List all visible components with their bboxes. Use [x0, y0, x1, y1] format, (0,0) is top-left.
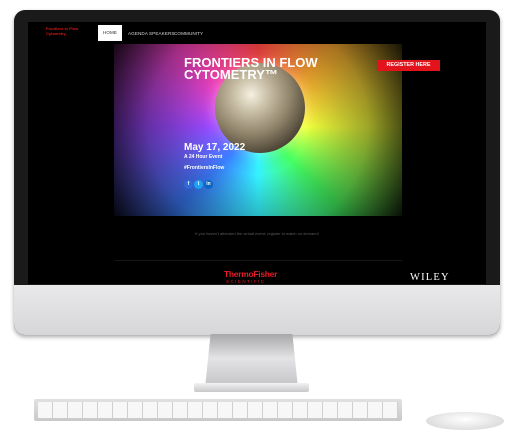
top-nav: Frontiers in Flow Cytometry HOME AGENDA …: [28, 22, 486, 44]
event-hashtag: #FrontiersInFlow: [184, 165, 225, 171]
monitor-chin: [14, 285, 500, 335]
nav-agenda[interactable]: AGENDA: [128, 28, 148, 39]
nav-community[interactable]: COMMUNITY: [174, 28, 203, 39]
monitor-stand: [205, 334, 298, 388]
stand-base: [194, 383, 309, 392]
imac-monitor: Frontiers in Flow Cytometry HOME AGENDA …: [14, 10, 500, 335]
nav-home[interactable]: HOME: [98, 25, 122, 41]
twitter-icon[interactable]: t: [194, 180, 203, 189]
facebook-icon[interactable]: f: [184, 180, 193, 189]
hero-title: FRONTIERS IN FLOW CYTOMETRY™: [184, 55, 318, 82]
keyboard: [34, 399, 402, 421]
sponsor-strip: ThermoFisher SCIENTIFIC WILEY: [114, 260, 449, 284]
register-button[interactable]: REGISTER HERE: [377, 60, 440, 71]
mouse: [426, 412, 504, 430]
nav-speakers[interactable]: SPEAKERS: [149, 28, 175, 39]
thermofisher-logo[interactable]: ThermoFisher: [224, 269, 277, 279]
site-logo[interactable]: Frontiers in Flow Cytometry: [46, 26, 82, 36]
linkedin-icon[interactable]: in: [204, 180, 213, 189]
keyboard-keys: [38, 402, 398, 418]
event-date: May 17, 2022: [184, 142, 246, 153]
thermofisher-sub: SCIENTIFIC: [226, 279, 266, 284]
screen: Frontiers in Flow Cytometry HOME AGENDA …: [28, 22, 486, 284]
wiley-logo[interactable]: WILEY: [410, 272, 450, 283]
on-demand-notice: If you haven't attended the virtual even…: [195, 231, 319, 236]
event-duration: A 24 Hour Event: [184, 154, 223, 160]
